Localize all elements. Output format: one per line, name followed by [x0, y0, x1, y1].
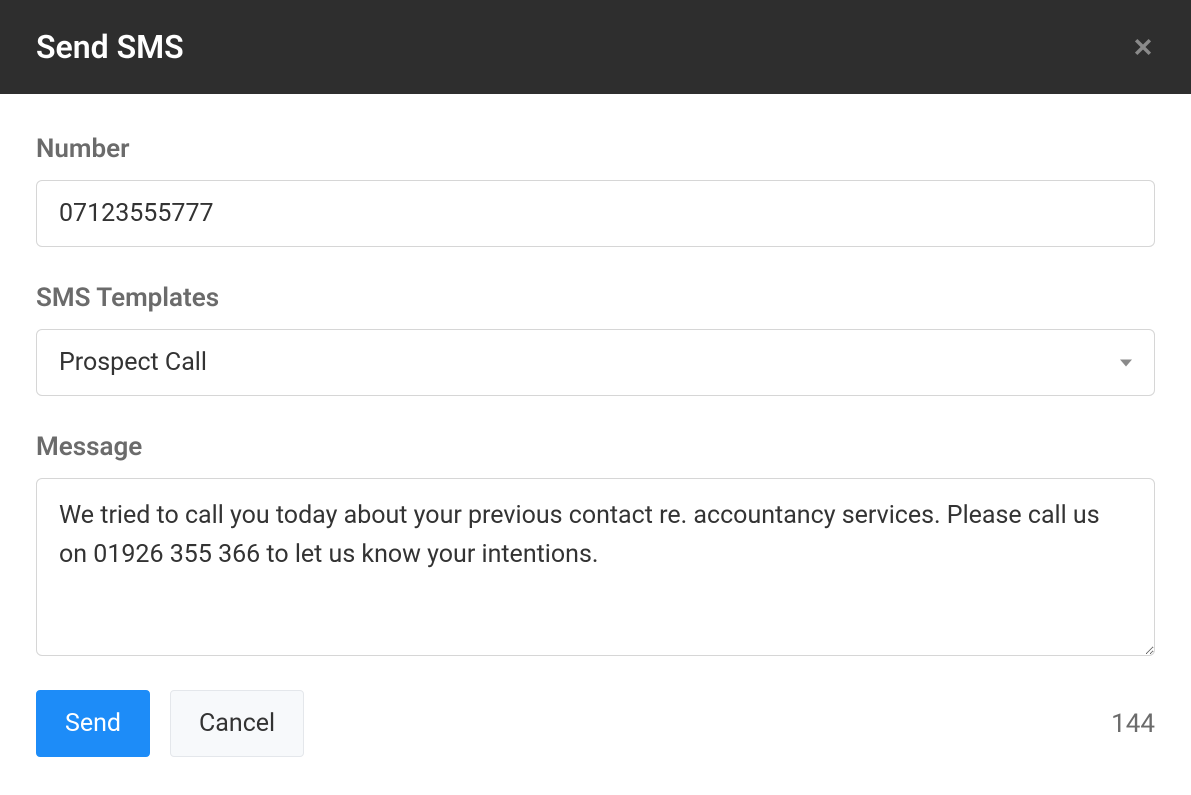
number-group: Number: [36, 134, 1155, 247]
close-icon[interactable]: [1131, 35, 1155, 59]
modal-body: Number SMS Templates Prospect Call Messa…: [0, 94, 1191, 781]
number-input[interactable]: [36, 180, 1155, 247]
templates-label: SMS Templates: [36, 283, 1155, 313]
modal-header: Send SMS: [0, 0, 1191, 94]
char-count: 144: [1111, 709, 1155, 739]
button-group: Send Cancel: [36, 690, 304, 757]
templates-group: SMS Templates Prospect Call: [36, 283, 1155, 396]
templates-select-wrapper: Prospect Call: [36, 329, 1155, 396]
number-label: Number: [36, 134, 1155, 164]
action-row: Send Cancel 144: [36, 690, 1155, 757]
message-textarea[interactable]: We tried to call you today about your pr…: [36, 478, 1155, 656]
send-button[interactable]: Send: [36, 690, 150, 757]
modal-title: Send SMS: [36, 28, 184, 66]
templates-select[interactable]: Prospect Call: [36, 329, 1155, 396]
message-label: Message: [36, 432, 1155, 462]
cancel-button[interactable]: Cancel: [170, 690, 304, 757]
message-group: Message We tried to call you today about…: [36, 432, 1155, 660]
